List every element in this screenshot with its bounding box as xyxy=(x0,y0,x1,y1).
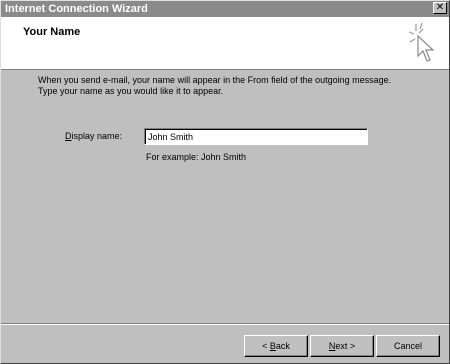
next-button[interactable]: Next > xyxy=(310,335,374,357)
wizard-window: Internet Connection Wizard ✕ Your Name W… xyxy=(0,0,450,364)
next-label-rest: ext > xyxy=(335,341,356,351)
title-bar[interactable]: Internet Connection Wizard ✕ xyxy=(1,1,449,17)
display-name-label-rest: isplay name: xyxy=(71,131,123,141)
wizard-header: Your Name xyxy=(1,17,449,70)
intro-line-1: When you send e-mail, your name will app… xyxy=(38,75,392,85)
intro-line-2: Type your name as you would like it to a… xyxy=(38,86,224,96)
intro-text: When you send e-mail, your name will app… xyxy=(38,75,438,97)
close-button[interactable]: ✕ xyxy=(433,2,447,14)
footer-divider xyxy=(1,323,449,325)
display-name-label: Display name: xyxy=(65,131,122,141)
back-label-rest: ack xyxy=(275,341,290,351)
page-title: Your Name xyxy=(23,26,81,38)
back-arrow: < xyxy=(262,341,270,351)
back-button[interactable]: < Back xyxy=(244,335,308,357)
example-text: For example: John Smith xyxy=(146,152,247,162)
window-title: Internet Connection Wizard xyxy=(5,3,148,15)
wizard-cursor-sparkle-icon xyxy=(408,22,435,62)
cancel-button[interactable]: Cancel xyxy=(376,335,440,357)
close-icon: ✕ xyxy=(435,2,445,13)
display-name-input[interactable] xyxy=(144,128,368,145)
